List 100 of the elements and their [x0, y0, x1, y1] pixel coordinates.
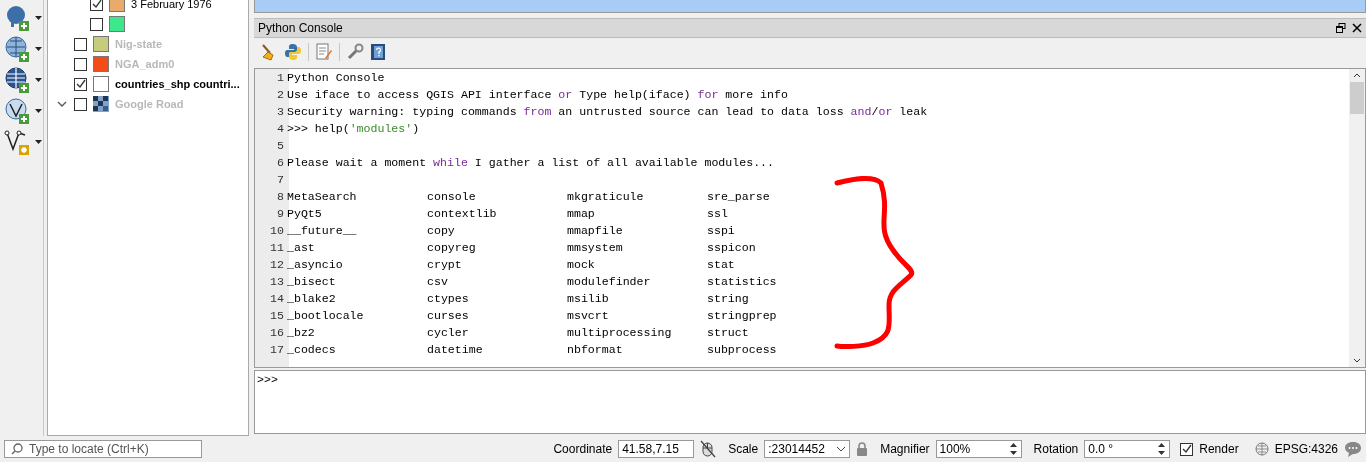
dropdown-arrow-icon[interactable]: [35, 140, 42, 144]
line-number: 10: [269, 224, 285, 237]
chevron-down-icon[interactable]: [836, 446, 847, 452]
new-vertex-layer-icon[interactable]: [4, 128, 32, 156]
module-name: _blake2: [287, 292, 336, 305]
code-line: >>> help('modules'): [287, 122, 420, 135]
module-name: sspicon: [707, 241, 756, 254]
line-number: 6: [276, 156, 285, 169]
module-name: mmsystem: [567, 241, 623, 254]
module-name: mmapfile: [567, 224, 623, 237]
module-name: cycler: [427, 326, 469, 339]
line-number: 1: [276, 71, 285, 84]
locator-search-field[interactable]: Type to locate (Ctrl+K): [4, 440, 202, 458]
vector-globe-add-icon[interactable]: [4, 97, 32, 125]
search-icon: [11, 443, 23, 455]
coordinate-field[interactable]: 41.58,7.15: [618, 440, 695, 458]
module-name: _asyncio: [287, 258, 343, 271]
legend-label: 3 February 1976: [131, 0, 212, 10]
module-name: copyreg: [427, 241, 476, 254]
module-name: modulefinder: [567, 275, 651, 288]
line-number: 16: [269, 326, 285, 339]
module-name: stringprep: [707, 309, 777, 322]
module-name: msilib: [567, 292, 609, 305]
module-name: ctypes: [427, 292, 469, 305]
rotation-label: Rotation: [1033, 442, 1079, 456]
scroll-down-icon[interactable]: [1353, 358, 1361, 363]
dropdown-arrow-icon[interactable]: [35, 16, 42, 20]
line-number: 11: [269, 241, 285, 254]
checkbox[interactable]: [90, 0, 103, 11]
module-name: statistics: [707, 275, 777, 288]
coordinate-label: Coordinate: [553, 442, 613, 456]
globe-icon[interactable]: [1254, 442, 1269, 456]
messages-icon[interactable]: [1344, 441, 1362, 457]
code-line: Use iface to access QGIS API interface or Type help(iface) for more info: [287, 88, 788, 101]
close-icon[interactable]: [1352, 23, 1362, 33]
module-name: datetime: [427, 343, 483, 356]
module-name: _ast: [287, 241, 315, 254]
module-name: nbformat: [567, 343, 623, 356]
scroll-thumb[interactable]: [1350, 82, 1364, 114]
line-number: 3: [276, 105, 285, 118]
rotation-spinbox[interactable]: 0.0 °: [1084, 440, 1171, 458]
panel-title: Python Console: [258, 21, 343, 35]
line-number: 7: [276, 173, 285, 186]
module-name: multiprocessing: [567, 326, 672, 339]
code-line: Security warning: typing commands from an untrusted source can lead to data loss and/or leak: [287, 105, 928, 118]
module-name: crypt: [427, 258, 462, 271]
line-number: 2: [276, 88, 285, 101]
spin-arrows-icon[interactable]: [1157, 441, 1167, 457]
checkbox[interactable]: [90, 17, 103, 31]
globe-add-icon[interactable]: [4, 66, 32, 94]
module-name: _bootlocale: [287, 309, 364, 322]
module-name: curses: [427, 309, 469, 322]
code-line: Please wait a moment while I gather a list of all available modules...: [287, 156, 775, 169]
module-name: MetaSearch: [287, 190, 357, 203]
module-name: csv: [427, 275, 448, 288]
dropdown-arrow-icon[interactable]: [35, 109, 42, 113]
magnifier-spinbox[interactable]: 100%: [935, 440, 1022, 458]
module-name: string: [707, 292, 749, 305]
module-name: struct: [707, 326, 749, 339]
line-number: 4: [276, 122, 285, 135]
help-icon[interactable]: [370, 43, 386, 61]
spin-arrows-icon[interactable]: [1008, 441, 1018, 457]
magnifier-label: Magnifier: [880, 442, 930, 456]
scale-dropdown[interactable]: :23014452: [764, 440, 851, 458]
module-name: copy: [427, 224, 455, 237]
module-name: sspi: [707, 224, 735, 237]
python-icon[interactable]: [284, 43, 302, 61]
scroll-up-icon[interactable]: [1353, 73, 1361, 78]
code-line: Python Console: [287, 71, 385, 84]
module-name: ssl: [707, 207, 728, 220]
console-input[interactable]: >>>: [254, 370, 1366, 434]
module-name: subprocess: [707, 343, 777, 356]
crs-button[interactable]: EPSG:4326: [1274, 442, 1338, 456]
checkbox[interactable]: [74, 77, 87, 91]
module-name: mkgraticule: [567, 190, 644, 203]
line-number: 12: [269, 258, 285, 271]
raster-layer-icon: [93, 96, 109, 112]
line-number: 15: [269, 309, 285, 322]
line-number: 5: [276, 139, 285, 152]
dropdown-arrow-icon[interactable]: [35, 78, 42, 82]
module-name: _codecs: [287, 343, 336, 356]
scrollbar[interactable]: [1349, 69, 1365, 367]
dropdown-arrow-icon[interactable]: [35, 47, 42, 51]
render-checkbox[interactable]: [1180, 442, 1194, 456]
layer-name[interactable]: countries_shp countri...: [115, 78, 240, 90]
editor-icon[interactable]: [315, 43, 333, 61]
line-number: 17: [269, 343, 285, 356]
line-number: 14: [269, 292, 285, 305]
mouse-icon[interactable]: [700, 440, 717, 458]
render-label: Render: [1199, 442, 1239, 456]
module-name: contextlib: [427, 207, 497, 220]
module-name: PyQt5: [287, 207, 322, 220]
module-name: msvcrt: [567, 309, 609, 322]
float-window-icon[interactable]: [1336, 23, 1346, 33]
line-number: 9: [276, 207, 285, 220]
module-name: mock: [567, 258, 595, 271]
globe-add-icon[interactable]: [4, 35, 32, 63]
lock-icon[interactable]: [856, 441, 869, 457]
module-name: _bz2: [287, 326, 315, 339]
module-name: _bisect: [287, 275, 336, 288]
